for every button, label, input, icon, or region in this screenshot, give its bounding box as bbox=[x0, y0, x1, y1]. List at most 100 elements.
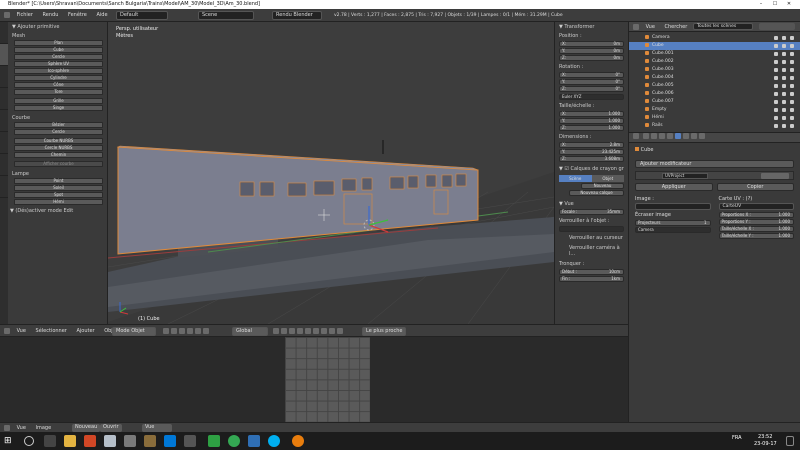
app-icon[interactable] bbox=[104, 435, 116, 447]
scale-icon[interactable] bbox=[203, 328, 209, 334]
panel-toggle-edit-mode[interactable]: ▼ (Dés)activer mode Edit bbox=[0, 206, 107, 215]
scale-y-field[interactable]: Y: 1.000 bbox=[559, 118, 624, 124]
add-point-lamp-button[interactable]: Point bbox=[14, 178, 103, 184]
properties-editor-icon[interactable] bbox=[633, 133, 639, 139]
override-image-checkbox[interactable]: Écraser image bbox=[635, 210, 711, 220]
add-curve-circle-button[interactable]: Cercle bbox=[14, 129, 103, 135]
projectors-field[interactable]: Projecteurs 1 bbox=[635, 220, 711, 226]
modifier-name-field[interactable]: UVProject bbox=[662, 173, 708, 179]
dimension-y-field[interactable]: Y: 23.425m bbox=[559, 149, 624, 155]
layers-icon-4[interactable] bbox=[297, 328, 303, 334]
outliner-item[interactable]: Hémi bbox=[629, 114, 800, 122]
clip-end-field[interactable]: Fin :1km bbox=[559, 276, 624, 282]
mail-icon[interactable] bbox=[184, 435, 196, 447]
modifier-tab-icon[interactable] bbox=[674, 133, 681, 139]
apply-button[interactable]: Appliquer bbox=[635, 183, 713, 191]
clip-start-field[interactable]: Début :10cm bbox=[559, 269, 624, 275]
add-cylinder-button[interactable]: Cylindre bbox=[14, 75, 103, 81]
outliner-editor-icon[interactable] bbox=[633, 23, 639, 30]
rotation-z-field[interactable]: Z: 0° bbox=[559, 86, 624, 92]
translate-icon[interactable] bbox=[187, 328, 193, 334]
add-modifier-select[interactable]: Ajouter modificateur bbox=[635, 160, 794, 168]
lock-to-cursor-checkbox[interactable]: Verrouiller au curseur bbox=[555, 233, 628, 243]
lock-camera-checkbox[interactable]: Verrouiller caméra à l... bbox=[555, 243, 628, 259]
outliner-item[interactable]: Cube bbox=[629, 42, 800, 50]
add-spot-lamp-button[interactable]: Spot bbox=[14, 192, 103, 198]
image-field[interactable] bbox=[635, 203, 711, 210]
location-y-field[interactable]: Y: 0m bbox=[559, 48, 624, 54]
focal-length-field[interactable]: Focale :35mm bbox=[559, 209, 624, 215]
uv-scale-y-field[interactable]: Taille/échelle Y :1.000 bbox=[718, 233, 794, 239]
lock-object-field[interactable] bbox=[559, 226, 624, 232]
outliner-filter-select[interactable]: Toutes les scènes bbox=[693, 23, 753, 30]
render-engine-select[interactable]: Rendu Blender bbox=[272, 11, 322, 20]
menu-window[interactable]: Fenêtre bbox=[64, 9, 91, 22]
close-icon[interactable]: ✕ bbox=[782, 0, 796, 9]
outliner-item[interactable]: Cube.007 bbox=[629, 98, 800, 106]
scene-selector[interactable]: Scene bbox=[198, 11, 254, 20]
add-ico-sphere-button[interactable]: Ico-sphère bbox=[14, 68, 103, 74]
mode-select[interactable]: Mode Objet bbox=[112, 327, 156, 336]
physics-tab-icon[interactable] bbox=[698, 133, 705, 139]
3d-editor-icon[interactable] bbox=[4, 327, 10, 334]
explorer-icon[interactable] bbox=[64, 435, 76, 447]
start-icon[interactable]: ⊞ bbox=[4, 435, 16, 447]
outliner-item[interactable]: Cube.006 bbox=[629, 90, 800, 98]
rotate-icon[interactable] bbox=[195, 328, 201, 334]
aspect-x-field[interactable]: Proportions X :1.000 bbox=[718, 212, 794, 218]
add-bezier-button[interactable]: Bézier bbox=[14, 122, 103, 128]
add-path-button[interactable]: Chemin bbox=[14, 152, 103, 158]
world-tab-icon[interactable] bbox=[658, 133, 665, 139]
layers-icon-5[interactable] bbox=[305, 328, 311, 334]
outliner-item[interactable]: Camera bbox=[629, 34, 800, 42]
new-layer-button[interactable]: Nouveau calque bbox=[569, 190, 624, 196]
outliner-item[interactable]: Empty bbox=[629, 106, 800, 114]
copy-button[interactable]: Copier bbox=[716, 183, 794, 191]
rotation-x-field[interactable]: X: 0° bbox=[559, 72, 624, 78]
outliner-menu-search[interactable]: Chercher bbox=[661, 22, 692, 32]
maximize-icon[interactable]: ☐ bbox=[768, 0, 782, 9]
outliner-item[interactable]: Cube.001 bbox=[629, 50, 800, 58]
dimension-x-field[interactable]: X: 2.8m bbox=[559, 142, 624, 148]
tab-scene[interactable]: Scène bbox=[559, 175, 592, 182]
uv-view-select[interactable]: Vue bbox=[142, 424, 172, 432]
scale-x-field[interactable]: X: 1.000 bbox=[559, 111, 624, 117]
utorrent-icon[interactable] bbox=[208, 435, 220, 447]
photo-app-icon[interactable] bbox=[144, 435, 156, 447]
transform-panel-title[interactable]: ▼ Transformer bbox=[555, 22, 628, 32]
location-x-field[interactable]: X: 0m bbox=[559, 41, 624, 47]
projector-camera-field[interactable]: Camera bbox=[635, 227, 711, 233]
image-editor-icon[interactable] bbox=[4, 424, 10, 431]
layers-icon-3[interactable] bbox=[289, 328, 295, 334]
object-tab-icon[interactable] bbox=[666, 133, 673, 139]
add-cone-button[interactable]: Cône bbox=[14, 82, 103, 88]
editor-type-icon[interactable] bbox=[4, 11, 10, 18]
scene-tab-icon[interactable] bbox=[650, 133, 657, 139]
3d-viewport[interactable]: Persp. utilisateur Mètres (1) Cube bbox=[108, 22, 554, 324]
scene-drawing[interactable] bbox=[108, 22, 554, 324]
uv-grid[interactable] bbox=[285, 337, 370, 422]
outliner-item[interactable]: Cube.002 bbox=[629, 58, 800, 66]
visibility-icons[interactable] bbox=[770, 124, 794, 132]
add-nurbs-circle-button[interactable]: Cercle NURBS bbox=[14, 145, 103, 151]
menu-help[interactable]: Aide bbox=[92, 9, 111, 22]
edge-icon[interactable] bbox=[164, 435, 176, 447]
language-indicator[interactable]: FRA bbox=[732, 435, 742, 441]
blender-icon[interactable] bbox=[292, 435, 304, 447]
snap-target-select[interactable]: Le plus proche bbox=[362, 327, 406, 336]
panel-add-primitive[interactable]: ▼ Ajouter primitive bbox=[0, 22, 107, 31]
add-torus-button[interactable]: Tore bbox=[14, 89, 103, 95]
add-circle-button[interactable]: Cercle bbox=[14, 54, 103, 60]
app-icon-2[interactable] bbox=[248, 435, 260, 447]
aspect-y-field[interactable]: Proportions Y :1.000 bbox=[718, 219, 794, 225]
add-cube-button[interactable]: Cube bbox=[14, 47, 103, 53]
clock-time[interactable]: 23:52 bbox=[758, 434, 772, 440]
uv-map-field[interactable]: CarteUV bbox=[718, 203, 794, 210]
layout-selector[interactable]: Default bbox=[116, 11, 168, 20]
rotation-y-field[interactable]: Y: 0° bbox=[559, 79, 624, 85]
scale-z-field[interactable]: Z: 1.000 bbox=[559, 125, 624, 131]
location-z-field[interactable]: Z: 0m bbox=[559, 55, 624, 61]
add-plane-button[interactable]: Plan bbox=[14, 40, 103, 46]
add-sun-lamp-button[interactable]: Soleil bbox=[14, 185, 103, 191]
modifier-controls[interactable] bbox=[761, 173, 789, 179]
